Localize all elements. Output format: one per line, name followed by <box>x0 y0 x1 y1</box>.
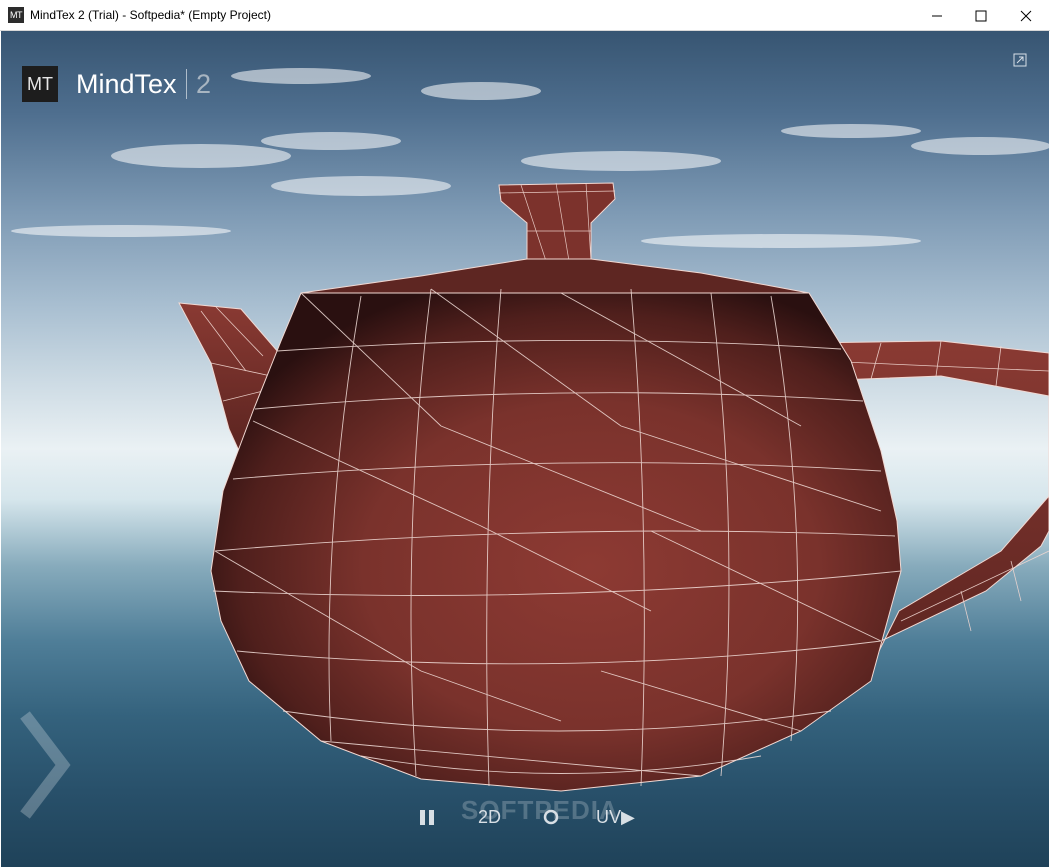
pause-icon <box>420 810 434 825</box>
uv-button[interactable]: UV▶ <box>596 801 635 833</box>
maximize-button[interactable] <box>958 0 1004 31</box>
mode-2d-button[interactable]: 2D <box>478 801 501 833</box>
brand-logo: MT <box>22 66 58 102</box>
maximize-icon <box>975 10 987 22</box>
minimize-button[interactable] <box>914 0 960 31</box>
fullscreen-button[interactable] <box>1013 53 1027 67</box>
open-panel-button[interactable] <box>19 711 71 819</box>
minimize-icon <box>932 15 942 17</box>
cycle-icon <box>543 809 559 825</box>
close-icon <box>1020 10 1032 22</box>
brand-version: 2 <box>196 69 212 99</box>
3d-viewport[interactable]: MT MindTex 2 SOFTPEDIA 2D UV▶ <box>1 31 1049 867</box>
pause-button[interactable] <box>416 801 438 833</box>
title-bar: MT MindTex 2 (Trial) - Softpedia* (Empty… <box>0 0 1050 31</box>
cycle-button[interactable] <box>540 801 562 833</box>
window-title: MindTex 2 (Trial) - Softpedia* (Empty Pr… <box>30 8 271 22</box>
brand-divider <box>186 69 187 99</box>
chevron-right-icon <box>20 711 71 819</box>
close-button[interactable] <box>1003 0 1049 31</box>
app-icon: MT <box>8 7 24 23</box>
brand-name: MindTex <box>76 69 177 99</box>
scene-render <box>11 68 1049 792</box>
expand-icon <box>1013 53 1027 67</box>
